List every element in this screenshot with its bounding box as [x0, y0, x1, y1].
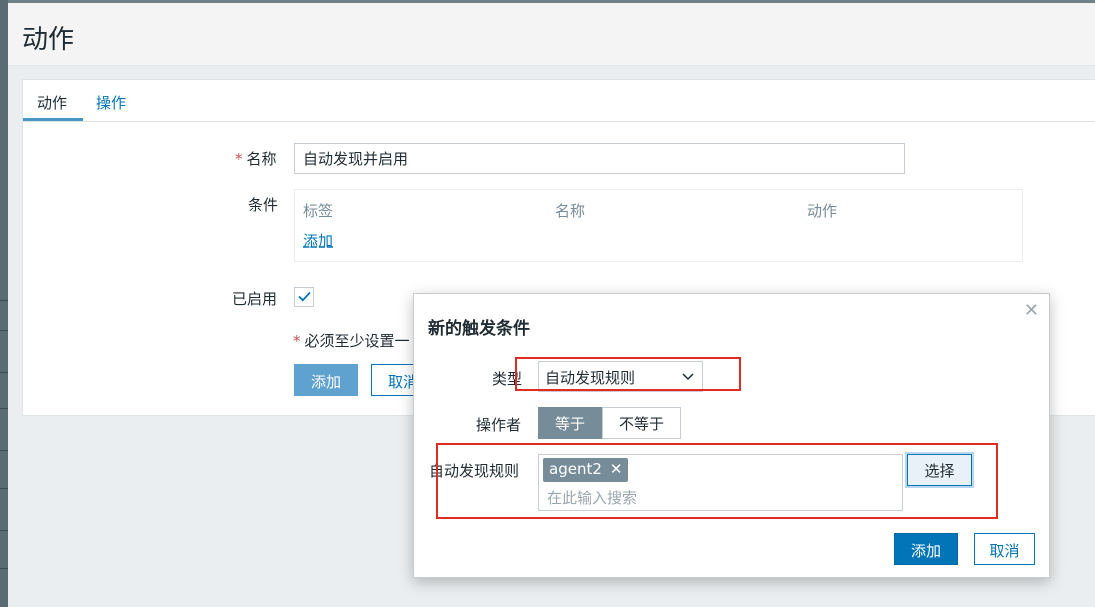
name-label: * 名称 — [235, 150, 277, 168]
sidebar-collapsed-strip — [0, 0, 8, 607]
tab-bar: 动作 操作 — [23, 80, 1095, 122]
name-input[interactable] — [294, 143, 905, 174]
highlight-type-box — [515, 357, 741, 391]
conditions-header-name: 名称 — [555, 202, 586, 220]
tab-action[interactable]: 动作 — [37, 92, 67, 113]
new-condition-dialog: 新的触发条件 ✕ 类型 自动发现规则 操作者 等于 不等于 自动发现规则 age… — [413, 293, 1050, 578]
page-title: 动作 — [22, 25, 75, 55]
dialog-title: 新的触发条件 — [428, 319, 530, 339]
page-header: 动作 — [8, 3, 1095, 66]
active-tab-indicator — [23, 118, 83, 121]
enabled-label: 已启用 — [232, 290, 278, 308]
tab-operations[interactable]: 操作 — [96, 92, 126, 113]
highlight-rule-box — [436, 443, 998, 519]
add-condition-link[interactable]: 添加 — [303, 230, 333, 251]
operator-equals[interactable]: 等于 — [538, 407, 602, 439]
check-icon — [298, 291, 311, 302]
required-note: * 必须至少设置一 — [293, 332, 410, 350]
dialog-add-button[interactable]: 添加 — [894, 533, 958, 565]
dialog-cancel-button[interactable]: 取消 — [974, 533, 1035, 565]
required-asterisk: * — [235, 150, 243, 168]
conditions-table: 标签 名称 动作 添加 — [294, 189, 1023, 262]
operator-label: 操作者 — [476, 416, 522, 434]
close-icon[interactable]: ✕ — [1024, 300, 1039, 321]
add-button[interactable]: 添加 — [294, 364, 358, 396]
enabled-checkbox[interactable] — [294, 287, 314, 307]
conditions-header-label: 标签 — [303, 202, 334, 220]
operator-not-equals[interactable]: 不等于 — [602, 407, 681, 439]
conditions-header-action: 动作 — [807, 202, 838, 220]
conditions-label: 条件 — [248, 196, 279, 214]
